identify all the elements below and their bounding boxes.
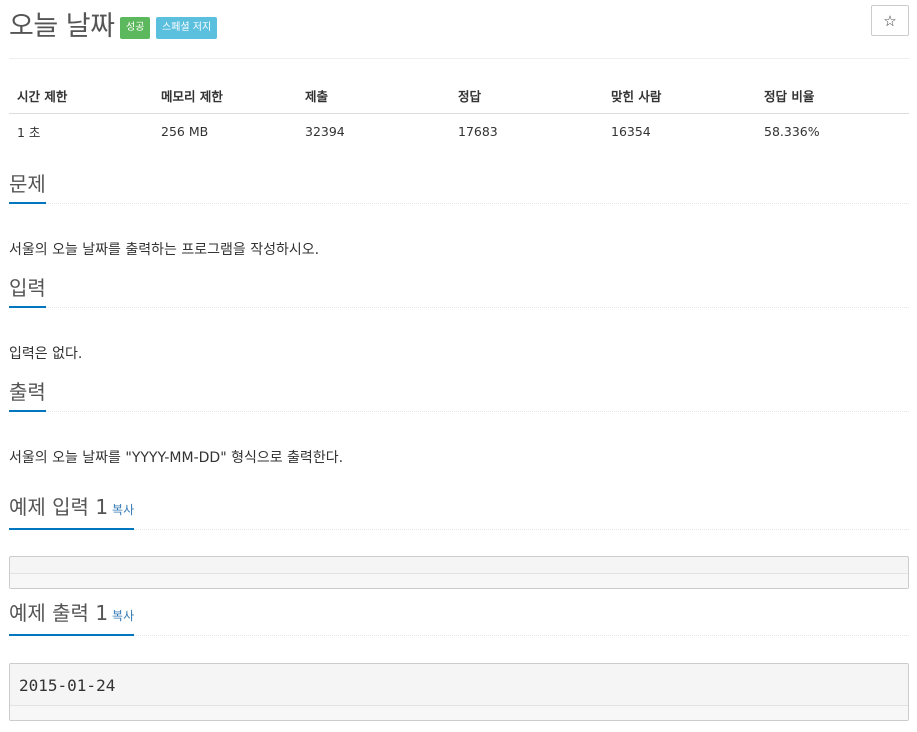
- cell-submissions: 32394: [305, 124, 345, 139]
- sample-input-section-header: 예제 입력 1 복사: [9, 495, 909, 530]
- input-section-header: 입력: [9, 276, 909, 308]
- sample-output-strip: [10, 705, 908, 720]
- favorite-star-button[interactable]: ☆: [871, 5, 909, 36]
- copy-sample-input-button[interactable]: 복사: [112, 503, 134, 517]
- sample-output-box[interactable]: 2015-01-24: [9, 663, 909, 721]
- description-title: 문제: [9, 172, 46, 204]
- problem-header: 오늘 날짜 성공 스페셜 저지 ☆: [9, 0, 909, 59]
- sample-output-title: 예제 출력 1: [9, 601, 109, 625]
- header-submissions: 제출: [297, 78, 450, 114]
- input-title: 입력: [9, 276, 46, 308]
- cell-time-limit: 1 초: [17, 125, 41, 140]
- cell-solved-users: 16354: [611, 124, 651, 139]
- status-badge-success: 성공: [120, 17, 151, 39]
- copy-sample-output-button[interactable]: 복사: [112, 609, 134, 623]
- cell-accepted-ratio: 58.336%: [764, 124, 820, 139]
- problem-title: 오늘 날짜: [9, 11, 115, 42]
- star-icon: ☆: [883, 12, 897, 30]
- info-table-row: 1 초 256 MB 32394 17683 16354 58.336%: [9, 114, 909, 150]
- header-solved-users: 맞힌 사람: [603, 78, 756, 114]
- input-text: 입력은 없다.: [9, 346, 83, 362]
- sample-input-heading: 예제 입력 1 복사: [9, 495, 135, 530]
- sample-output-value: 2015-01-24: [19, 676, 116, 695]
- cell-accepted: 17683: [458, 124, 498, 139]
- sample-output-section-header: 예제 출력 1 복사: [9, 601, 909, 636]
- description-text: 서울의 오늘 날짜를 출력하는 프로그램을 작성하시오.: [9, 242, 320, 258]
- problem-info-table: 시간 제한 메모리 제한 제출 정답 맞힌 사람 정답 비율 1 초 256 M…: [9, 78, 909, 149]
- problem-page: 오늘 날짜 성공 스페셜 저지 ☆ 시간 제한 메모리 제한 제출 정답 맞힌 …: [9, 0, 909, 721]
- header-accepted: 정답: [450, 78, 603, 114]
- output-section-header: 출력: [9, 380, 909, 412]
- description-section-header: 문제: [9, 172, 909, 204]
- sample-input-strip: [10, 573, 908, 588]
- special-judge-badge: 스페셜 저지: [156, 17, 218, 39]
- info-table-header-row: 시간 제한 메모리 제한 제출 정답 맞힌 사람 정답 비율: [9, 78, 909, 114]
- output-title: 출력: [9, 380, 46, 412]
- sample-input-box[interactable]: [9, 556, 909, 589]
- header-time-limit: 시간 제한: [9, 78, 153, 114]
- output-text: 서울의 오늘 날짜를 "YYYY-MM-DD" 형식으로 출력한다.: [9, 450, 344, 466]
- header-accepted-ratio: 정답 비율: [756, 78, 909, 114]
- cell-memory-limit: 256 MB: [161, 124, 209, 139]
- sample-input-title: 예제 입력 1: [9, 495, 109, 519]
- header-memory-limit: 메모리 제한: [153, 78, 297, 114]
- sample-output-heading: 예제 출력 1 복사: [9, 601, 135, 636]
